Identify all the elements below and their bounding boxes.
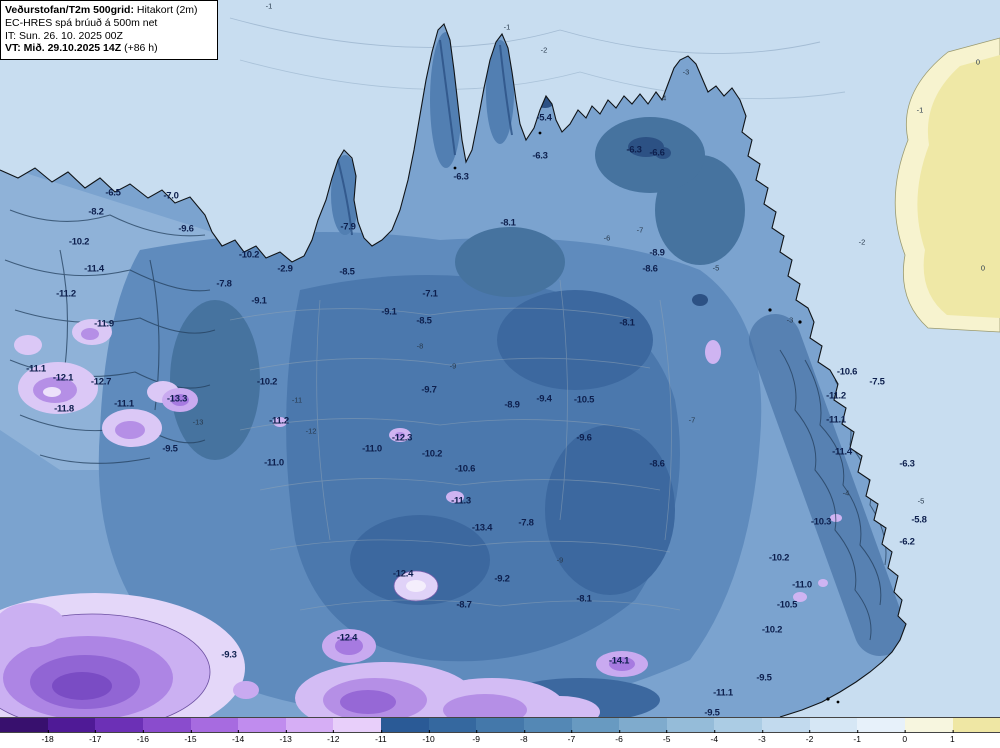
- colorbar-tick: -10: [422, 730, 435, 744]
- colorbar-tick: -13: [279, 730, 292, 744]
- colorbar-segment: [809, 718, 858, 732]
- colorbar-segment: [47, 718, 96, 732]
- colorbar-tick: -15: [184, 730, 197, 744]
- colorbar-segment: [190, 718, 239, 732]
- model-line: EC-HRES spá brúuð á 500m net: [5, 16, 158, 29]
- colorbar-ticks: -18 -17 -16 -15 -14 -13 -12 -11 -10 -9 -8 -7 -6 -5 -4-…: [0, 730, 1000, 747]
- colorbar-tick: -5: [662, 730, 671, 744]
- colorbar-strip: [0, 717, 1000, 733]
- colorbar-segment: [95, 718, 143, 732]
- colorbar-tick: -3: [758, 730, 766, 744]
- colorbar-tick: -4: [710, 730, 719, 744]
- colorbar-segment: [285, 718, 334, 732]
- colorbar-tick: 0: [902, 730, 908, 744]
- colorbar-segment: [428, 718, 477, 732]
- forecast-info-box: Veðurstofan/T2m 500grid: Hitakort (2m) E…: [0, 0, 218, 61]
- colorbar-segment: [952, 718, 1000, 732]
- colorbar-tick: -7: [567, 730, 576, 744]
- valid-time: VT: Mið. 29.10.2025 14Z (+86 h): [5, 42, 158, 55]
- colorbar-tick: -1: [853, 730, 861, 744]
- product-title: Veðurstofan/T2m 500grid: Hitakort (2m): [5, 4, 198, 16]
- colorbar-segment: [762, 718, 810, 732]
- colorbar-segment: [666, 718, 715, 732]
- colorbar-tick: 1: [950, 730, 955, 744]
- map-canvas: -6.5 -8.2 -7.0 -9.6 -10.2 -11.4 -10.2 -2.9 -11.2…: [0, 0, 1000, 719]
- colorbar-tick: -9: [472, 730, 480, 744]
- init-time: IT: Sun. 26. 10. 2025 00Z: [5, 29, 123, 42]
- colorbar-tick: -18: [41, 730, 54, 744]
- colorbar-tick: -11: [375, 730, 387, 744]
- temperature-colorbar: -18 -17 -16 -15 -14 -13 -12 -11 -10 -9 -8 -7 -6 -5 -4-…: [0, 717, 1000, 748]
- colorbar-segment: [0, 718, 48, 732]
- colorbar-segment: [904, 718, 953, 732]
- colorbar-segment: [381, 718, 429, 732]
- colorbar-segment: [333, 718, 381, 732]
- colorbar-segment: [619, 718, 667, 732]
- colorbar-tick: -16: [136, 730, 149, 744]
- colorbar-tick: -17: [89, 730, 102, 744]
- colorbar-tick: -2: [805, 730, 814, 744]
- colorbar-tick: -12: [327, 730, 340, 744]
- colorbar-segment: [523, 718, 572, 732]
- colorbar-tick: -14: [231, 730, 245, 744]
- colorbar-segment: [142, 718, 191, 732]
- colorbar-tick: -6: [615, 730, 623, 744]
- colorbar-segment: [476, 718, 524, 732]
- colorbar-segment: [571, 718, 620, 732]
- colorbar-segment: [238, 718, 286, 732]
- colorbar-segment: [857, 718, 905, 732]
- colorbar-segment: [714, 718, 762, 732]
- temperature-map-svg: [0, 0, 1000, 717]
- colorbar-tick: -8: [520, 730, 528, 744]
